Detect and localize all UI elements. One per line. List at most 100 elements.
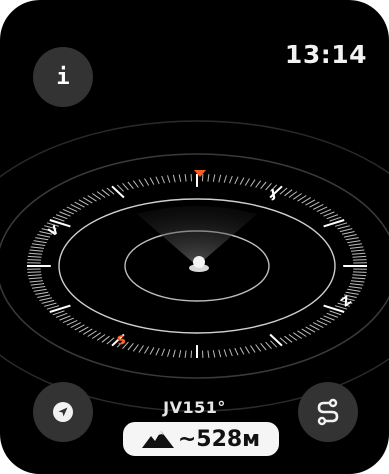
compass-tick bbox=[223, 349, 227, 357]
compass-tick bbox=[62, 317, 74, 324]
compass-tick bbox=[343, 234, 357, 238]
compass-tick bbox=[87, 195, 97, 202]
compass-tick bbox=[223, 175, 227, 183]
compass-tick bbox=[320, 208, 332, 215]
compass-tick bbox=[323, 211, 335, 217]
heading-readout: JV151° bbox=[163, 398, 226, 417]
compass-tick bbox=[29, 249, 44, 252]
compass-tick bbox=[116, 184, 124, 192]
compass-tick bbox=[87, 330, 97, 337]
compass-tick bbox=[218, 349, 222, 358]
compass-tick bbox=[309, 324, 320, 331]
compass-tick bbox=[270, 340, 278, 348]
compass-tick bbox=[279, 187, 288, 195]
compass-tick bbox=[92, 332, 101, 339]
compass-tick bbox=[288, 334, 298, 341]
compass-tick bbox=[349, 246, 364, 249]
compass-tick bbox=[167, 175, 171, 183]
compass-tick bbox=[184, 174, 187, 182]
compass-tick bbox=[279, 337, 288, 345]
compass-tick bbox=[341, 231, 355, 235]
compass-tick bbox=[41, 299, 55, 304]
compass-tick bbox=[29, 280, 44, 283]
compass-tick bbox=[305, 326, 316, 333]
compass-tick bbox=[33, 240, 47, 244]
compass-tick bbox=[35, 291, 49, 295]
compass-tick bbox=[39, 297, 53, 301]
compass-tick bbox=[239, 177, 245, 185]
compass-tick bbox=[31, 286, 46, 289]
compass-tick bbox=[269, 333, 283, 347]
compass-tick bbox=[255, 180, 262, 188]
compass-tick bbox=[184, 350, 187, 358]
compass-tick bbox=[132, 180, 139, 188]
compass-tick bbox=[155, 347, 160, 356]
compass-tick bbox=[212, 174, 216, 182]
compass-tick bbox=[301, 197, 312, 204]
compass-tick bbox=[305, 199, 316, 206]
info-button[interactable]: i bbox=[33, 47, 93, 107]
compass-tick bbox=[334, 222, 348, 227]
compass-tick bbox=[288, 191, 298, 198]
compass-tick bbox=[127, 181, 134, 190]
compass-tick bbox=[316, 319, 328, 326]
compass-tick bbox=[28, 252, 43, 255]
compass-tick bbox=[55, 214, 68, 220]
compass-tick bbox=[239, 347, 245, 355]
compass-tick bbox=[348, 243, 363, 246]
compass-tick bbox=[284, 335, 293, 343]
compass-tick bbox=[345, 291, 359, 295]
compass-tick bbox=[351, 277, 366, 280]
cardinal-south: S bbox=[116, 332, 127, 347]
time-display: 13:14 bbox=[284, 40, 367, 69]
compass-tick bbox=[212, 350, 216, 358]
compass-tick bbox=[301, 328, 312, 335]
compass-tick bbox=[352, 259, 367, 261]
compass-tick bbox=[229, 348, 233, 357]
compass-tick bbox=[323, 304, 345, 313]
compass-tick bbox=[293, 332, 302, 339]
compass-tick bbox=[55, 312, 68, 318]
compass-tick bbox=[144, 178, 150, 186]
compass-tick bbox=[66, 319, 78, 326]
compass-tick bbox=[31, 243, 46, 246]
compass-tick bbox=[161, 348, 165, 357]
compass-tick bbox=[178, 350, 182, 358]
compass-tick bbox=[106, 337, 115, 345]
compass-tick bbox=[244, 346, 250, 354]
compass-tick bbox=[347, 240, 361, 244]
compass-tick bbox=[218, 174, 222, 183]
compass-tick bbox=[30, 246, 45, 249]
compass-tick bbox=[44, 302, 57, 307]
compass-tick bbox=[138, 179, 144, 187]
compass-tick bbox=[349, 283, 364, 286]
compass-tick bbox=[92, 193, 101, 200]
altitude-badge: ~528м bbox=[123, 422, 279, 456]
compass-tick bbox=[339, 228, 353, 233]
compass-tick bbox=[316, 206, 328, 213]
compass-tick bbox=[33, 288, 47, 292]
compass-tick bbox=[352, 274, 367, 277]
compass-tick bbox=[122, 182, 129, 191]
compass-tick bbox=[144, 346, 150, 354]
compass-tick bbox=[348, 286, 363, 289]
compass-tick bbox=[46, 305, 60, 310]
compass-tick bbox=[101, 189, 110, 197]
compass-tick bbox=[347, 288, 361, 292]
compass-tick bbox=[178, 174, 182, 182]
compass-tick bbox=[172, 174, 176, 183]
compass-tick bbox=[70, 322, 82, 329]
compass-tick bbox=[350, 280, 365, 283]
compass-tick bbox=[27, 259, 42, 261]
compass-tick bbox=[78, 326, 89, 333]
mountain-icon bbox=[141, 431, 174, 448]
user-marker bbox=[193, 256, 205, 268]
compass-tick bbox=[293, 193, 302, 200]
compass-tick bbox=[320, 317, 332, 324]
compass-tick bbox=[326, 312, 339, 318]
compass-tick bbox=[66, 206, 78, 213]
compass-tick bbox=[27, 255, 42, 258]
compass-tick bbox=[27, 274, 42, 277]
compass-tick bbox=[312, 203, 324, 210]
compass-tick bbox=[149, 177, 155, 185]
